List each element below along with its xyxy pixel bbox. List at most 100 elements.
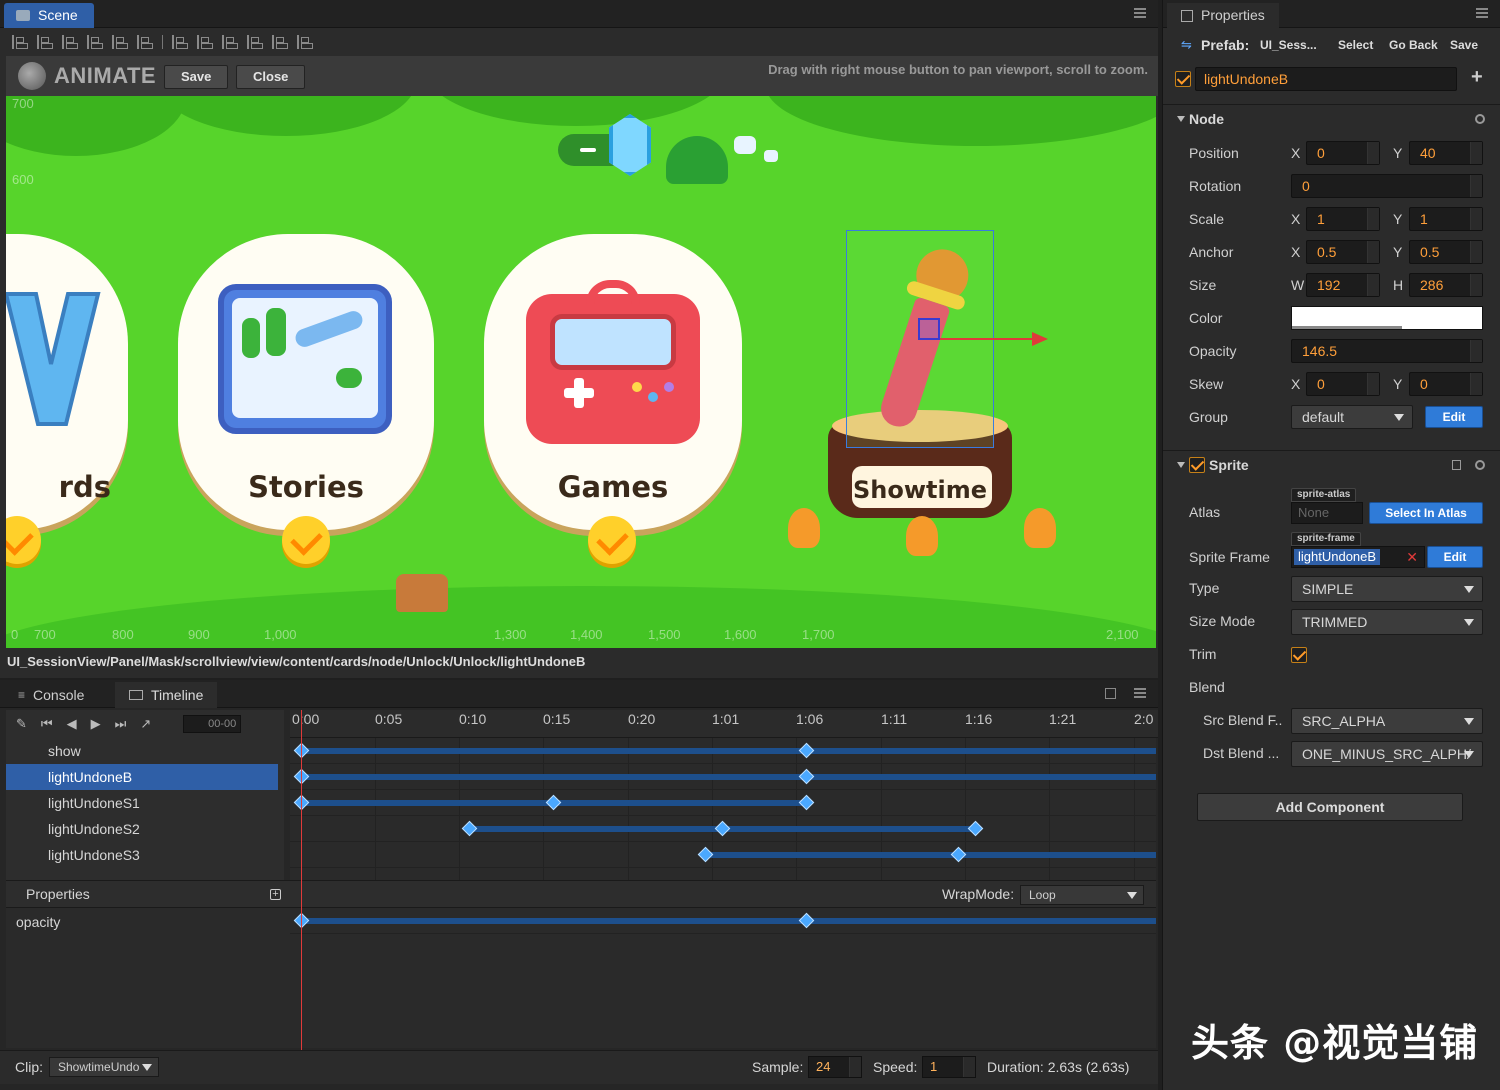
sample-field[interactable]: 24 <box>808 1056 862 1078</box>
align-top-icon[interactable] <box>87 35 103 49</box>
card-stories[interactable]: Stories <box>178 234 434 564</box>
add-component-button[interactable]: Add Component <box>1197 793 1463 821</box>
move-gizmo-x-axis[interactable] <box>940 338 1034 340</box>
time-ruler[interactable]: 0:00 0:05 0:10 0:15 0:20 1:01 1:06 1:11 … <box>290 710 1158 738</box>
align-center-h-icon[interactable] <box>37 35 53 49</box>
align-bottom-icon[interactable] <box>137 35 153 49</box>
track-lightUndoneS2[interactable] <box>290 816 1156 842</box>
card-cards[interactable]: rds <box>6 234 128 564</box>
track-lightUndoneS1[interactable] <box>290 790 1156 816</box>
play-icon[interactable]: ▶ <box>91 716 101 732</box>
gear-icon[interactable] <box>1475 114 1485 124</box>
distribute-right-icon[interactable] <box>297 35 313 49</box>
timeline-node-row[interactable]: lightUndoneS2 <box>6 816 278 842</box>
timeline-node-row[interactable]: lightUndoneS3 <box>6 842 278 868</box>
src-blend-dropdown[interactable]: SRC_ALPHA <box>1291 708 1483 734</box>
jump-start-icon[interactable]: ⏮ <box>41 716 53 732</box>
distribute-middle-icon[interactable] <box>197 35 213 49</box>
property-row-opacity[interactable]: opacity <box>16 914 60 930</box>
track-opacity[interactable] <box>290 908 1156 934</box>
maximize-icon[interactable] <box>1105 688 1116 699</box>
keyframe[interactable] <box>714 820 731 837</box>
gear-icon[interactable] <box>1475 460 1485 470</box>
playhead[interactable] <box>301 710 302 1050</box>
scene-viewport[interactable]: 700 600 500 400 0 700 800 900 1,000 1,30… <box>6 96 1156 648</box>
select-in-atlas-button[interactable]: Select In Atlas <box>1369 502 1483 524</box>
book-icon[interactable] <box>1452 460 1461 470</box>
timeline-node-row[interactable]: lightUndoneS1 <box>6 790 278 816</box>
align-right-icon[interactable] <box>62 35 78 49</box>
properties-menu-icon[interactable] <box>1476 8 1488 18</box>
node-section-header[interactable]: Node <box>1163 104 1500 132</box>
scale-y-field[interactable]: 1 <box>1409 207 1483 231</box>
next-frame-icon[interactable]: ⏭ <box>115 716 127 732</box>
edit-icon[interactable]: ✎ <box>16 716 27 732</box>
track-show[interactable] <box>290 738 1156 764</box>
prefab-goback-button[interactable]: Go Back <box>1389 38 1438 52</box>
tab-timeline[interactable]: Timeline <box>115 682 218 708</box>
add-property-icon[interactable]: + <box>270 889 281 900</box>
keyframe[interactable] <box>697 846 714 863</box>
keyframe-tracks[interactable] <box>290 738 1156 880</box>
position-x-field[interactable]: 0 <box>1306 141 1380 165</box>
arrow-right-icon[interactable] <box>1032 332 1048 346</box>
move-gizmo-center[interactable] <box>918 318 940 340</box>
clear-icon[interactable]: ✕ <box>1406 549 1418 566</box>
timeline-node-row[interactable]: lightUndoneB <box>6 764 278 790</box>
distribute-center-icon[interactable] <box>272 35 288 49</box>
keyframe[interactable] <box>967 820 984 837</box>
timeline-node-row[interactable]: show <box>6 738 278 764</box>
keyframe[interactable] <box>798 912 815 929</box>
sprite-enabled-checkbox[interactable] <box>1189 457 1205 473</box>
dst-blend-dropdown[interactable]: ONE_MINUS_SRC_ALPH/ <box>1291 741 1483 767</box>
node-active-checkbox[interactable] <box>1175 71 1191 87</box>
distribute-left-icon[interactable] <box>247 35 263 49</box>
group-dropdown[interactable]: default <box>1291 405 1413 429</box>
align-left-icon[interactable] <box>12 35 28 49</box>
tab-scene[interactable]: Scene <box>4 3 94 28</box>
property-tracks[interactable] <box>290 908 1156 1048</box>
align-center-v-icon[interactable] <box>112 35 128 49</box>
color-swatch[interactable] <box>1291 306 1483 330</box>
tab-console[interactable]: ≡ Console <box>4 683 98 708</box>
keyframe[interactable] <box>798 742 815 759</box>
keyframe[interactable] <box>798 768 815 785</box>
skew-y-field[interactable]: 0 <box>1409 372 1483 396</box>
size-w-field[interactable]: 192 <box>1306 273 1380 297</box>
clip-select[interactable]: ShowtimeUndo <box>49 1057 159 1077</box>
type-dropdown[interactable]: SIMPLE <box>1291 576 1483 602</box>
node-name-field[interactable]: lightUndoneB <box>1195 67 1457 91</box>
anchor-y-field[interactable]: 0.5 <box>1409 240 1483 264</box>
sprite-section-header[interactable]: Sprite <box>1163 450 1500 478</box>
tab-properties[interactable]: Properties <box>1167 3 1279 28</box>
position-y-field[interactable]: 40 <box>1409 141 1483 165</box>
keyframe[interactable] <box>545 794 562 811</box>
keyframe[interactable] <box>461 820 478 837</box>
skew-x-field[interactable]: 0 <box>1306 372 1380 396</box>
track-lightUndoneB[interactable] <box>290 764 1156 790</box>
scale-x-field[interactable]: 1 <box>1306 207 1380 231</box>
prev-frame-icon[interactable]: ◀ <box>67 716 77 732</box>
scene-menu-icon[interactable] <box>1134 8 1146 18</box>
size-h-field[interactable]: 286 <box>1409 273 1483 297</box>
distribute-bottom-icon[interactable] <box>222 35 238 49</box>
add-event-icon[interactable]: ↗ <box>140 716 151 732</box>
sprite-frame-edit-button[interactable]: Edit <box>1427 546 1483 568</box>
size-mode-dropdown[interactable]: TRIMMED <box>1291 609 1483 635</box>
rotation-field[interactable]: 0 <box>1291 174 1483 198</box>
keyframe[interactable] <box>950 846 967 863</box>
keyframe[interactable] <box>798 794 815 811</box>
add-icon[interactable]: + <box>1471 66 1483 89</box>
sprite-frame-field[interactable]: lightUndoneB ✕ <box>1291 546 1425 568</box>
anchor-x-field[interactable]: 0.5 <box>1306 240 1380 264</box>
speed-field[interactable]: 1 <box>922 1056 976 1078</box>
track-lightUndoneS3[interactable] <box>290 842 1156 868</box>
wrapmode-select[interactable]: Loop <box>1020 885 1144 905</box>
prefab-save-button[interactable]: Save <box>1450 38 1478 52</box>
animate-save-button[interactable]: Save <box>164 65 229 89</box>
group-edit-button[interactable]: Edit <box>1425 406 1483 428</box>
current-frame-field[interactable]: 00-00 <box>183 715 242 733</box>
trim-checkbox[interactable] <box>1291 647 1307 663</box>
atlas-field[interactable]: None <box>1291 502 1363 524</box>
animate-close-button[interactable]: Close <box>236 65 306 89</box>
